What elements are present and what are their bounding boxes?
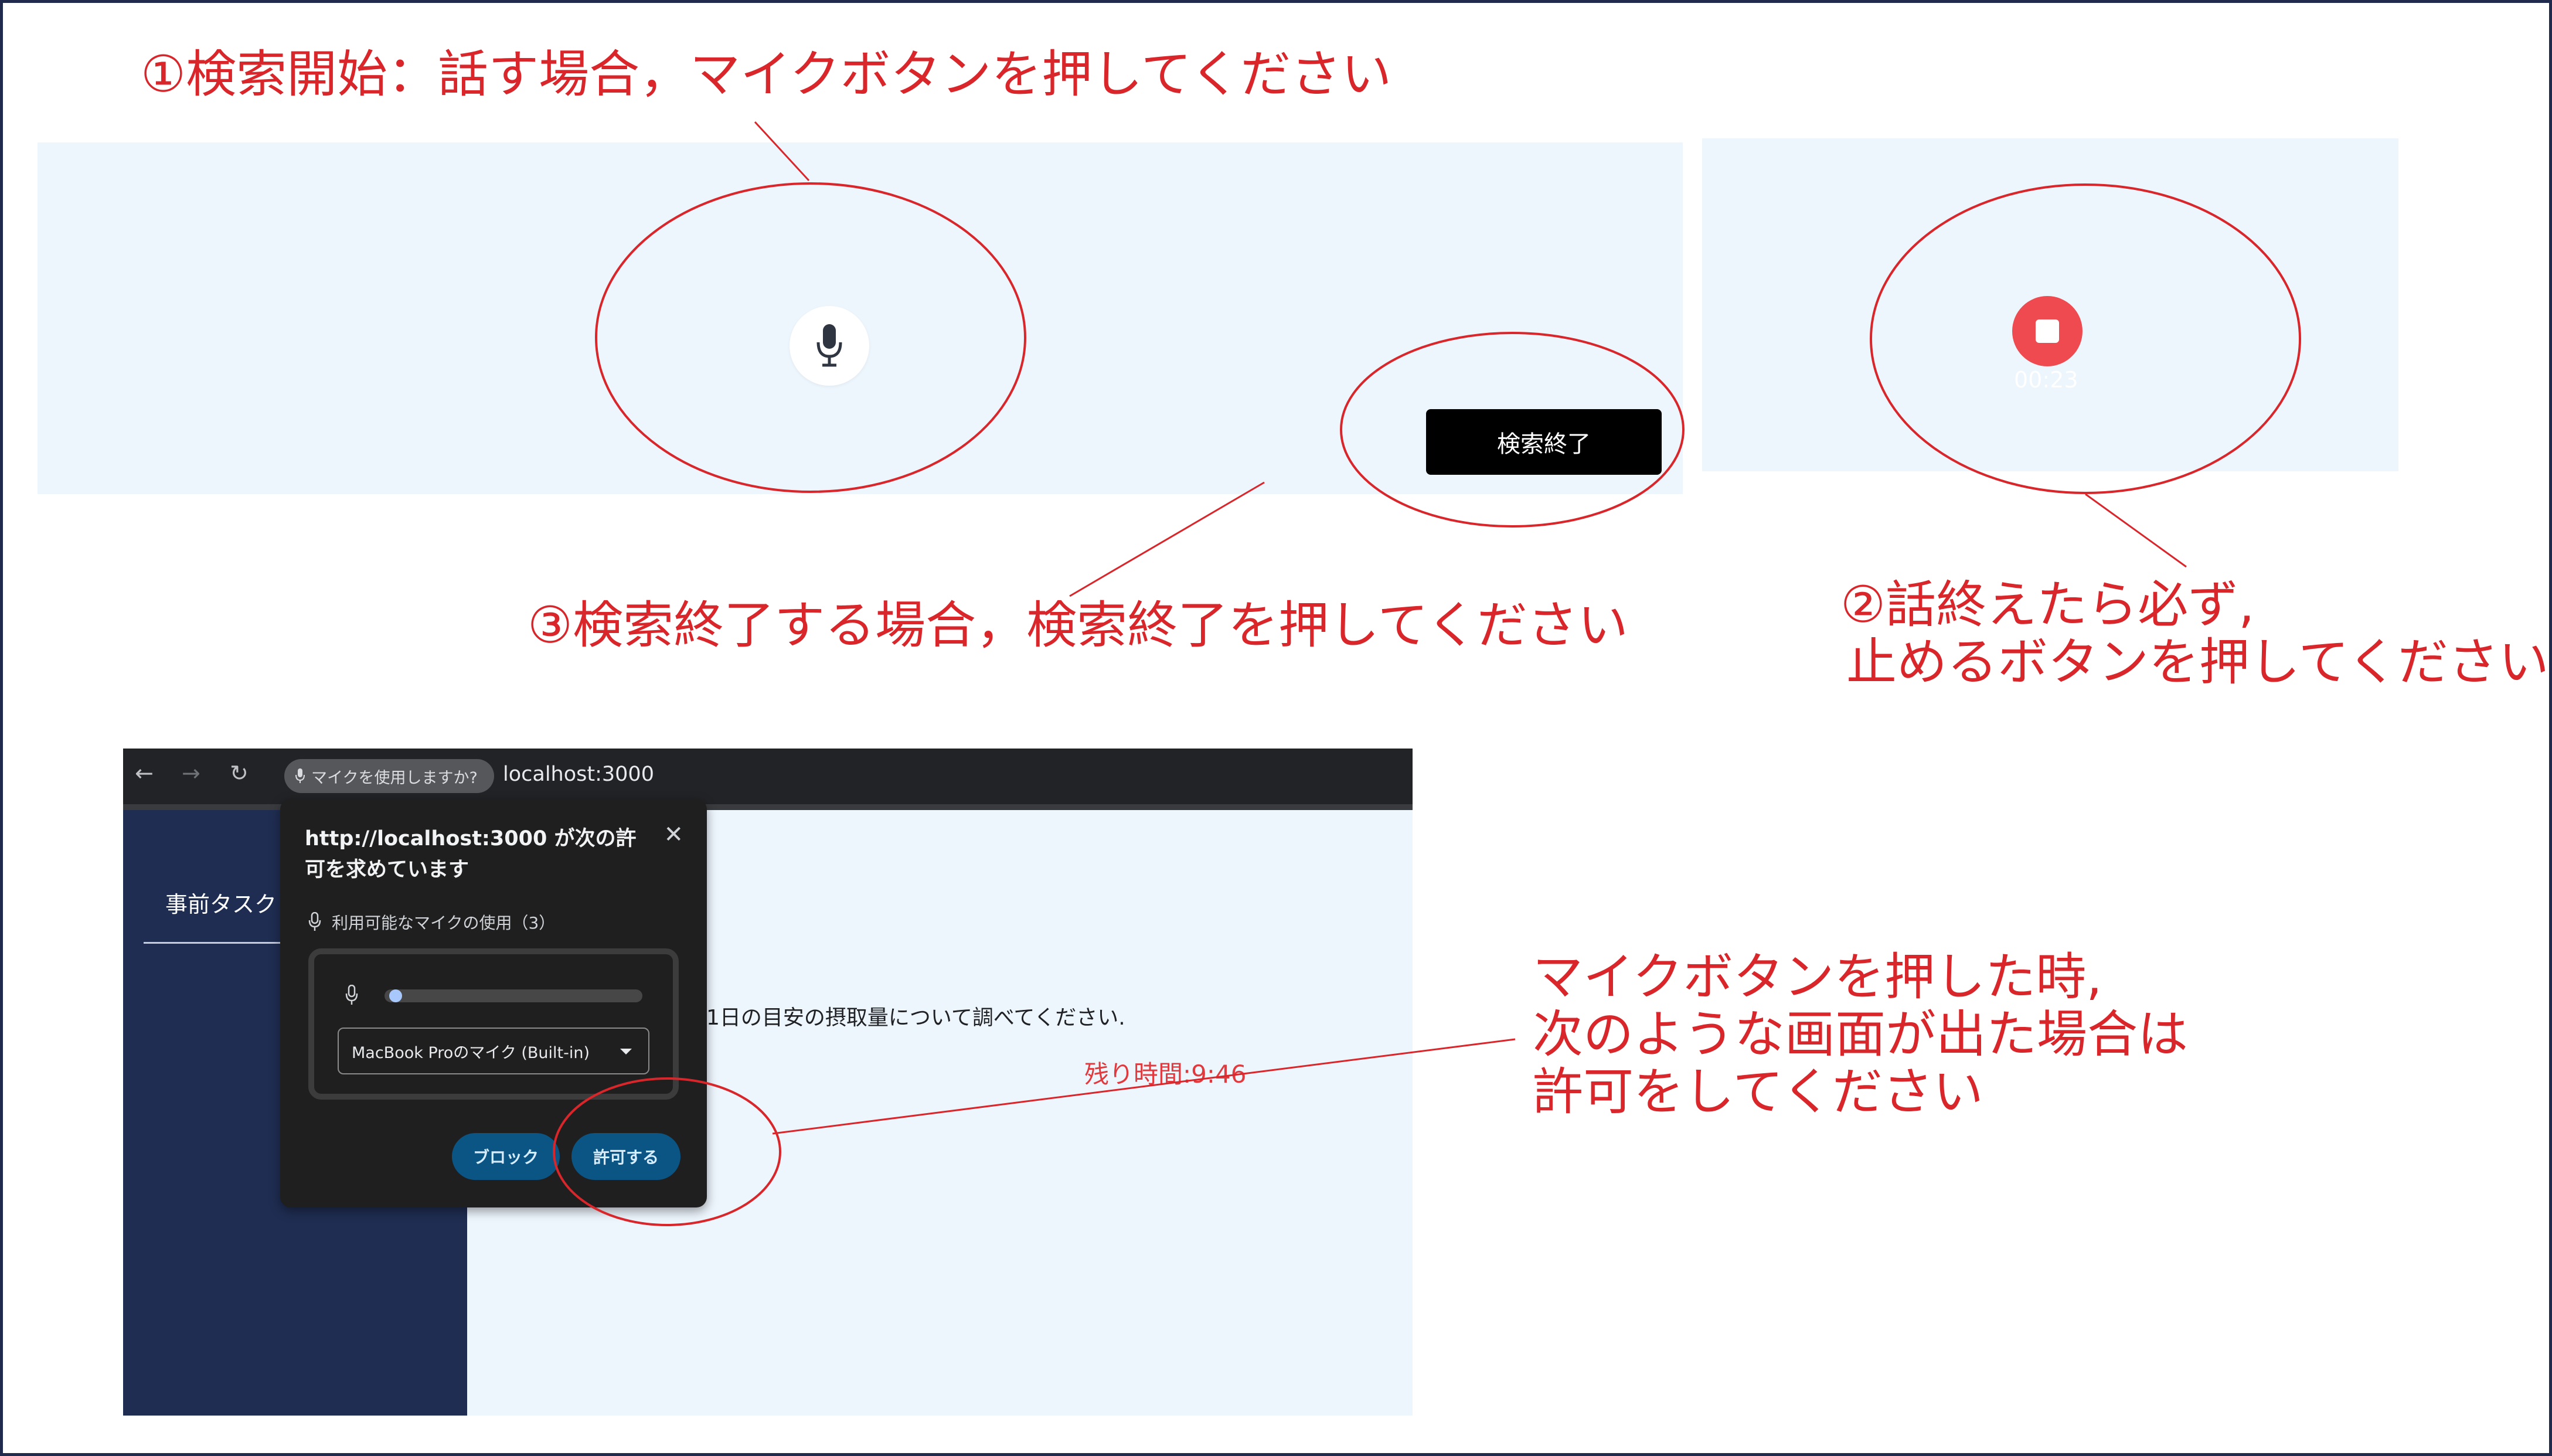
leader-line-step2 (2085, 493, 2187, 568)
leader-line-step1 (754, 121, 810, 182)
end-search-highlight (1340, 332, 1685, 528)
allow-button-highlight (553, 1077, 781, 1226)
leader-line-permission (772, 1038, 1516, 1135)
annotation-overlay (553, 121, 2301, 1226)
stop-button-highlight (1870, 183, 2301, 494)
leader-line-step3 (1069, 481, 1265, 597)
mic-button-highlight (595, 182, 1026, 493)
